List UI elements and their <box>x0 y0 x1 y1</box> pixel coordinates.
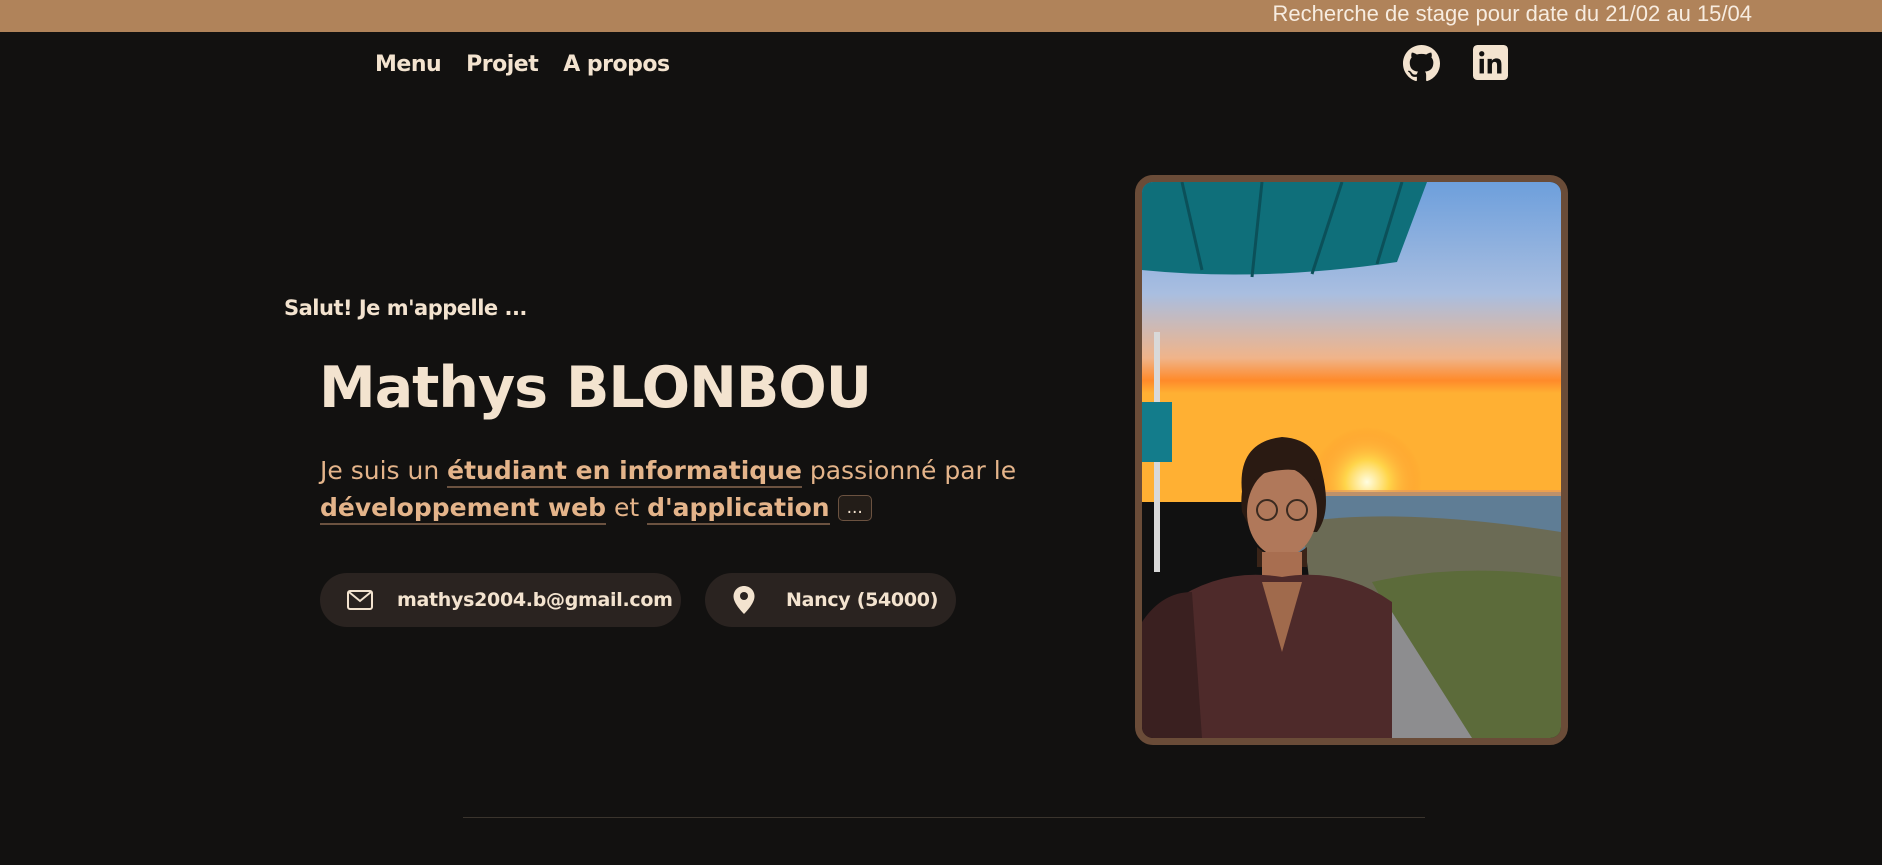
linkedin-link[interactable] <box>1473 45 1508 80</box>
page-title: Mathys BLONBOU <box>319 355 872 421</box>
location-badge: Nancy (54000) <box>705 573 956 627</box>
mail-icon <box>346 589 374 611</box>
intro-and: et <box>606 493 648 522</box>
highlight-etudiant: étudiant en informatique <box>447 456 802 488</box>
nav-item-a-propos[interactable]: A propos <box>563 52 670 77</box>
banner-text: Recherche de stage pour date du 21/02 au… <box>1272 1 1752 26</box>
location-pin-icon <box>732 585 756 615</box>
email-text: mathys2004.b@gmail.com <box>397 589 673 611</box>
profile-photo <box>1135 175 1568 745</box>
greeting-text: Salut! Je m'appelle ... <box>284 296 527 320</box>
location-text: Nancy (54000) <box>786 589 939 611</box>
main-nav: Menu Projet A propos <box>375 52 670 77</box>
highlight-application: d'application <box>647 493 830 525</box>
intro-prefix: Je suis un <box>320 456 448 485</box>
intro-paragraph: Je suis un étudiant en informatique pass… <box>320 452 1020 526</box>
section-divider <box>463 817 1425 818</box>
email-badge[interactable]: mathys2004.b@gmail.com <box>320 573 681 627</box>
nav-item-menu[interactable]: Menu <box>375 52 442 77</box>
github-link[interactable] <box>1403 45 1440 82</box>
nav-item-projet[interactable]: Projet <box>466 52 539 77</box>
linkedin-icon <box>1473 45 1508 80</box>
highlight-web: développement web <box>320 493 606 525</box>
read-more-button[interactable]: ... <box>837 495 872 521</box>
announcement-banner: Recherche de stage pour date du 21/02 au… <box>0 0 1882 32</box>
github-icon <box>1403 45 1440 82</box>
intro-mid: passionné par le <box>801 456 1017 485</box>
